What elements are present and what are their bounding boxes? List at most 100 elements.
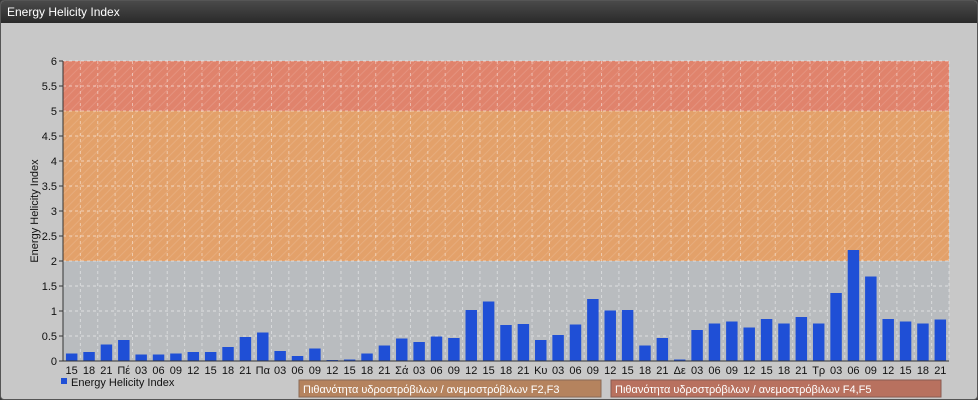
x-tick-label: 06: [847, 365, 859, 377]
bar: [65, 353, 78, 361]
y-tick-label: 4: [51, 156, 57, 168]
bar: [812, 323, 825, 361]
x-tick-label: 09: [309, 365, 321, 377]
bar: [361, 353, 373, 361]
bar: [552, 335, 564, 361]
y-tick-label: 2.5: [42, 231, 57, 243]
x-tick-label: 15: [483, 365, 495, 377]
bar: [118, 340, 130, 361]
bar: [100, 344, 113, 361]
legend-series-label: Energy Helicity Index: [71, 377, 175, 389]
bar: [187, 352, 200, 361]
bar: [257, 332, 269, 361]
x-tick-label: 15: [205, 365, 217, 377]
x-tick-label: 21: [656, 365, 668, 377]
bar: [83, 352, 95, 361]
legend-band1-label: Πιθανότητα υδροστρόβιλων / ανεμοστρόβιλω…: [303, 384, 560, 396]
x-tick-label: 09: [587, 365, 599, 377]
x-tick-label: 18: [917, 365, 929, 377]
x-tick-label: 18: [500, 365, 512, 377]
x-tick-label: 09: [726, 365, 738, 377]
bar: [204, 352, 217, 361]
y-tick-label: 3.5: [42, 181, 57, 193]
x-tick-label: Δε: [674, 365, 686, 377]
legend-band2-label: Πιθανότητα υδροστρόβιλων / ανεμοστρόβιλω…: [615, 384, 872, 396]
bar: [726, 321, 738, 361]
x-tick-label: 21: [100, 365, 112, 377]
y-tick-label: 5: [51, 106, 57, 118]
bar: [587, 299, 599, 361]
bar: [500, 325, 512, 361]
bar: [378, 345, 391, 361]
bar: [535, 340, 547, 361]
x-tick-label: 18: [778, 365, 790, 377]
y-tick-label: 6: [51, 56, 57, 68]
x-tick-label: 12: [465, 365, 477, 377]
bar: [882, 319, 894, 361]
x-tick-label: 12: [743, 365, 755, 377]
bar: [865, 276, 877, 361]
x-tick-label: 15: [899, 365, 911, 377]
y-tick-label: 5.5: [42, 81, 57, 93]
bar: [291, 356, 304, 361]
bar: [135, 354, 147, 361]
bar: [778, 323, 790, 361]
x-tick-label: 15: [760, 365, 772, 377]
bar: [604, 310, 616, 361]
bar: [482, 301, 495, 361]
x-tick-label: 12: [882, 365, 894, 377]
y-axis-label: Energy Helicity Index: [29, 159, 41, 263]
x-tick-label: 15: [344, 365, 356, 377]
x-tick-label: 18: [361, 365, 373, 377]
x-tick-label: 03: [274, 365, 286, 377]
x-tick-label: 03: [691, 365, 703, 377]
y-tick-label: 3: [51, 206, 57, 218]
bar: [239, 337, 252, 361]
bar: [743, 327, 755, 361]
x-tick-label: 06: [152, 365, 164, 377]
bar: [621, 310, 634, 361]
x-tick-label: 12: [326, 365, 338, 377]
bar: [917, 323, 929, 361]
x-tick-label: 18: [222, 365, 234, 377]
x-tick-label: 15: [621, 365, 633, 377]
y-tick-label: 4.5: [42, 131, 57, 143]
x-tick-label: 06: [291, 365, 303, 377]
bar: [152, 354, 165, 361]
bar: [170, 353, 182, 361]
y-tick-label: 0: [51, 356, 57, 368]
bar: [517, 324, 530, 361]
x-tick-label: 21: [517, 365, 529, 377]
x-tick-label: 03: [413, 365, 425, 377]
x-tick-label: 06: [569, 365, 581, 377]
bar: [430, 336, 443, 361]
x-tick-label: 12: [604, 365, 616, 377]
x-tick-label: 09: [865, 365, 877, 377]
x-tick-label: 09: [170, 365, 182, 377]
bar: [413, 342, 425, 361]
bar: [274, 351, 286, 361]
x-tick-label: Πέ: [117, 365, 130, 377]
x-tick-label: Σά: [395, 365, 409, 377]
x-tick-label: 15: [66, 365, 78, 377]
bar: [656, 338, 669, 361]
x-tick-label: 21: [239, 365, 251, 377]
y-tick-label: 1: [51, 306, 57, 318]
x-tick-label: 18: [83, 365, 95, 377]
bar: [309, 348, 321, 361]
ehi-chart: 0 0.5 1 1.5 2 2.5 3 3.5 4 4.5 5 5.5 6 15 18 21 Πέ 03 06 09…: [29, 56, 950, 398]
bar: [847, 250, 860, 361]
bar: [465, 310, 477, 361]
x-tick-label: Κυ: [534, 365, 547, 377]
x-tick-label: 21: [795, 365, 807, 377]
x-tick-label: 03: [552, 365, 564, 377]
bar: [830, 293, 842, 361]
bar: [795, 317, 808, 361]
x-tick-label: Τρ: [812, 365, 825, 377]
x-tick-label: 09: [448, 365, 460, 377]
x-tick-label: 21: [378, 365, 390, 377]
bar: [448, 338, 460, 361]
x-tick-label: 18: [639, 365, 651, 377]
x-tick-label: 12: [187, 365, 199, 377]
legend-series-swatch: [61, 378, 67, 384]
